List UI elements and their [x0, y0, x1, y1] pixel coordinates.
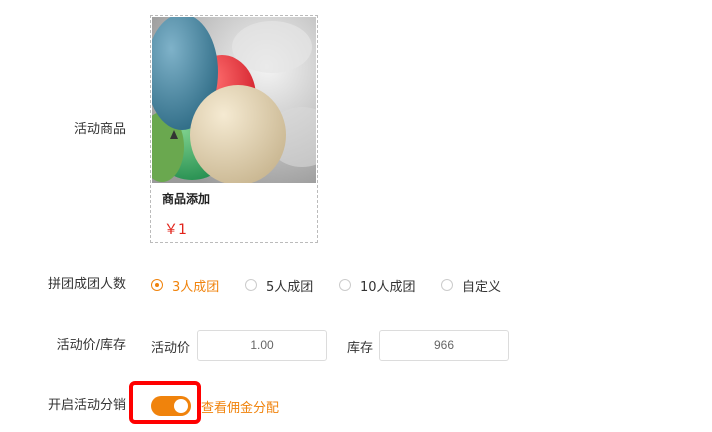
product-image [152, 17, 316, 183]
activity-price-label: 活动价 [151, 341, 191, 356]
distribution-toggle[interactable] [151, 396, 191, 416]
price-stock-label: 活动价/库存 [56, 338, 126, 353]
radio-5-person[interactable]: 5人成团 [245, 277, 314, 295]
stock-label: 库存 [347, 341, 374, 356]
distribution-label: 开启活动分销 [47, 398, 126, 413]
product-name: 商品添加 [162, 192, 211, 206]
radio-dot-icon [245, 279, 257, 291]
radio-dot-icon [151, 279, 163, 291]
stock-input[interactable]: 966 [379, 330, 509, 361]
radio-label: 3人成团 [172, 279, 220, 295]
radio-label: 自定义 [462, 279, 502, 295]
radio-custom[interactable]: 自定义 [441, 277, 502, 295]
product-label: 活动商品 [73, 122, 126, 137]
view-commission-link[interactable]: 查看佣金分配 [201, 397, 279, 416]
radio-dot-icon [441, 279, 453, 291]
product-price: ￥1 [164, 222, 187, 238]
radio-label: 10人成团 [360, 279, 416, 295]
radio-dot-icon [339, 279, 351, 291]
radio-10-person[interactable]: 10人成团 [339, 277, 416, 295]
product-card[interactable]: 商品添加 ￥1 [150, 15, 318, 243]
group-size-label: 拼团成团人数 [47, 277, 126, 292]
toggle-knob [174, 399, 188, 413]
radio-3-person[interactable]: 3人成团 [151, 277, 220, 295]
activity-price-input[interactable]: 1.00 [197, 330, 327, 361]
radio-label: 5人成团 [266, 279, 314, 295]
